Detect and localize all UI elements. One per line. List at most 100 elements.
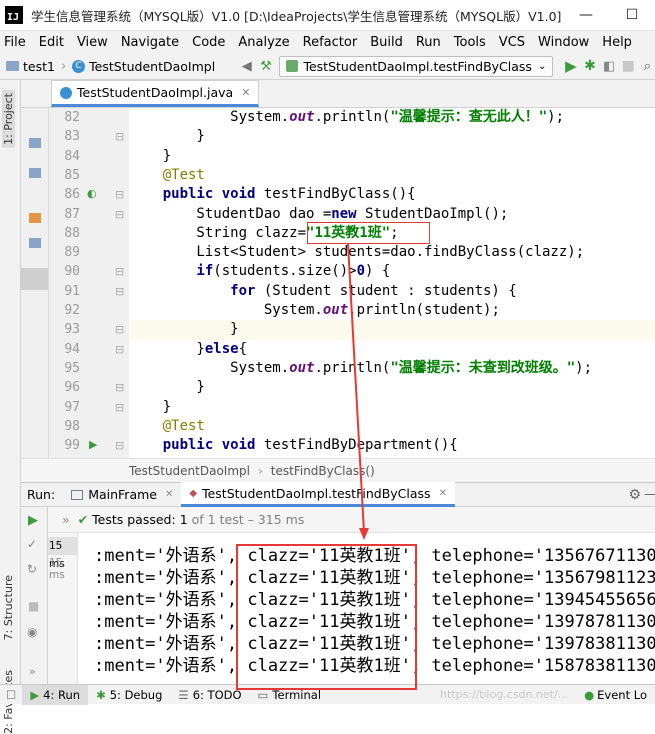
build-hammer-icon[interactable]: ⚒ [258, 56, 273, 76]
debug-icon[interactable]: ✱ [582, 56, 597, 76]
back-icon[interactable]: ◀ [239, 56, 254, 76]
fold-icon[interactable]: ⊟ [115, 208, 124, 221]
code-line[interactable]: StudentDao dao =new StudentDaoImpl(); [129, 205, 655, 224]
fold-icon[interactable]: ⊟ [115, 401, 124, 414]
todo-icon: ☰ [178, 687, 189, 702]
run-icon[interactable]: ▶ [563, 56, 578, 76]
line-number: 82 [64, 110, 80, 125]
code-line[interactable]: } [129, 127, 655, 146]
code-line[interactable]: if(students.size()>0) { [129, 262, 655, 281]
menu-item-code[interactable]: Code [192, 35, 225, 50]
code-line[interactable]: System.out.println("温馨提示：未查到改班级。"); [129, 359, 655, 378]
code-token: else [204, 340, 239, 357]
menu-item-navigate[interactable]: Navigate [121, 35, 179, 50]
menu-item-refactor[interactable]: Refactor [303, 35, 358, 50]
menu-item-edit[interactable]: Edit [39, 35, 64, 50]
tab-mainframe[interactable]: MainFrame ✕ [63, 482, 181, 507]
line-number: 94 [64, 341, 80, 357]
tab-event-log[interactable]: ● Event Lo [576, 685, 655, 705]
code-token: if [129, 263, 214, 280]
camera-icon[interactable]: ◉ [27, 625, 37, 639]
toggle-passed-icon[interactable]: ✓ [27, 537, 37, 551]
fold-icon[interactable]: ⊟ [115, 188, 124, 201]
code-line[interactable]: @Test [129, 417, 655, 436]
menu-item-build[interactable]: Build [370, 35, 403, 50]
tab-label: TestStudentDaoImpl.java [77, 85, 234, 100]
tab-debug[interactable]: ✱ 5: Debug [88, 685, 170, 705]
code-token: public void [129, 186, 264, 203]
code-token: } [129, 340, 205, 357]
editor-gutter: 828384858687888990919293949596979899◐▶💡⊟… [49, 108, 147, 458]
layout-icon[interactable]: ☐ [0, 688, 22, 702]
event-log-icon: ● [584, 687, 595, 702]
menu-item-window[interactable]: Window [538, 35, 589, 50]
code-line[interactable]: @Test [129, 166, 655, 185]
expand-icon[interactable]: » [62, 512, 70, 527]
more-icon[interactable]: » [29, 665, 36, 678]
fold-icon[interactable]: ⊟ [115, 381, 124, 394]
menu-item-analyze[interactable]: Analyze [238, 35, 289, 50]
breadcrumb-class[interactable]: TestStudentDaoImpl [129, 464, 250, 478]
menu-item-help[interactable]: Help [602, 35, 632, 50]
line-number: 92 [64, 303, 80, 318]
minimize-panel-icon[interactable]: — [644, 487, 655, 502]
fold-icon[interactable]: ⊟ [115, 323, 124, 336]
code-line[interactable]: System.out.println("温馨提示：查无此人！"); [129, 108, 655, 127]
code-line[interactable]: }else{ [129, 340, 655, 359]
fold-icon[interactable]: ⊟ [115, 285, 124, 298]
tab-teststudentdaoimpl[interactable]: TestStudentDaoImpl.java ✕ [51, 80, 260, 107]
tab-mainframe-label: MainFrame [88, 487, 157, 502]
window-title: 学生信息管理系统（MYSQL版）V1.0 [D:\IdeaProjects\学生… [31, 8, 563, 24]
minimize-button[interactable]: — [563, 7, 609, 23]
menu-item-file[interactable]: File [4, 35, 26, 50]
nav-file[interactable]: C TestStudentDaoImpl [66, 59, 221, 74]
coverage-icon[interactable]: ◧ [602, 56, 617, 76]
fold-icon[interactable]: ⊟ [115, 265, 124, 278]
project-tool-tab[interactable]: 1: Project [2, 90, 15, 148]
code-token: .println( [314, 359, 391, 376]
rerun-failed-icon[interactable]: ↻ [27, 562, 37, 576]
menu-item-run[interactable]: Run [416, 35, 441, 50]
tab-debug-label: 5: Debug [109, 687, 163, 702]
code-line[interactable]: List<Student> students=dao.findByClass(c… [129, 243, 655, 262]
code-line[interactable]: public void testFindByDepartment(){ [129, 436, 655, 455]
code-token: StudentDao dao = [129, 205, 332, 222]
fold-icon[interactable]: ⊟ [115, 439, 124, 452]
fold-icon[interactable]: ⊟ [115, 130, 124, 143]
run-test-icon[interactable]: ▶ [89, 438, 97, 451]
breadcrumb-method[interactable]: testFindByClass() [271, 464, 375, 478]
tab-run-label: 4: Run [43, 687, 81, 702]
code-line[interactable]: } [129, 320, 655, 340]
structure-tool-tab[interactable]: 7: Structure [2, 575, 15, 640]
code-line[interactable]: } [129, 378, 655, 397]
menu-item-tools[interactable]: Tools [454, 35, 486, 50]
code-token: } [129, 398, 172, 415]
maximize-button[interactable]: ☐ [609, 7, 655, 23]
line-number: 88 [64, 225, 80, 241]
code-line[interactable]: public void testFindByClass(){ [129, 185, 655, 204]
menu-item-vcs[interactable]: VCS [499, 35, 525, 50]
gear-icon[interactable]: ⚙ [628, 487, 641, 503]
run-test-icon[interactable]: ◐ [87, 187, 97, 200]
code-line[interactable]: } [129, 398, 655, 417]
rerun-icon[interactable]: ▶ [28, 513, 38, 528]
code-token: System. [129, 109, 290, 125]
close-icon[interactable]: ✕ [439, 488, 447, 499]
run-config-select[interactable]: TestStudentDaoImpl.testFindByClass ⌄ [279, 55, 554, 77]
tab-run[interactable]: ▶ 4: Run [22, 684, 89, 705]
stop-icon[interactable]: ■ [28, 599, 39, 613]
menu-item-view[interactable]: View [77, 35, 108, 50]
tests-passed-label: Tests passed: [92, 512, 176, 527]
stop-icon[interactable]: ■ [621, 56, 636, 76]
search-icon[interactable]: ⌕ [640, 56, 655, 76]
fold-icon[interactable]: ⊟ [115, 343, 124, 356]
code-editor[interactable]: System.out.println("温馨提示：查无此人！"); } } @T… [129, 108, 655, 458]
code-line[interactable]: System.out.println(student); [129, 301, 655, 320]
tab-testfindbyclass[interactable]: ◆ TestStudentDaoImpl.testFindByClass ✕ [181, 482, 455, 507]
code-line[interactable]: for (Student student : students) { [129, 282, 655, 301]
close-icon[interactable]: ✕ [165, 489, 173, 500]
nav-project[interactable]: test1 [0, 59, 61, 74]
code-line[interactable]: } [129, 147, 655, 166]
close-icon[interactable]: ✕ [241, 86, 250, 99]
code-token: out [322, 302, 349, 318]
